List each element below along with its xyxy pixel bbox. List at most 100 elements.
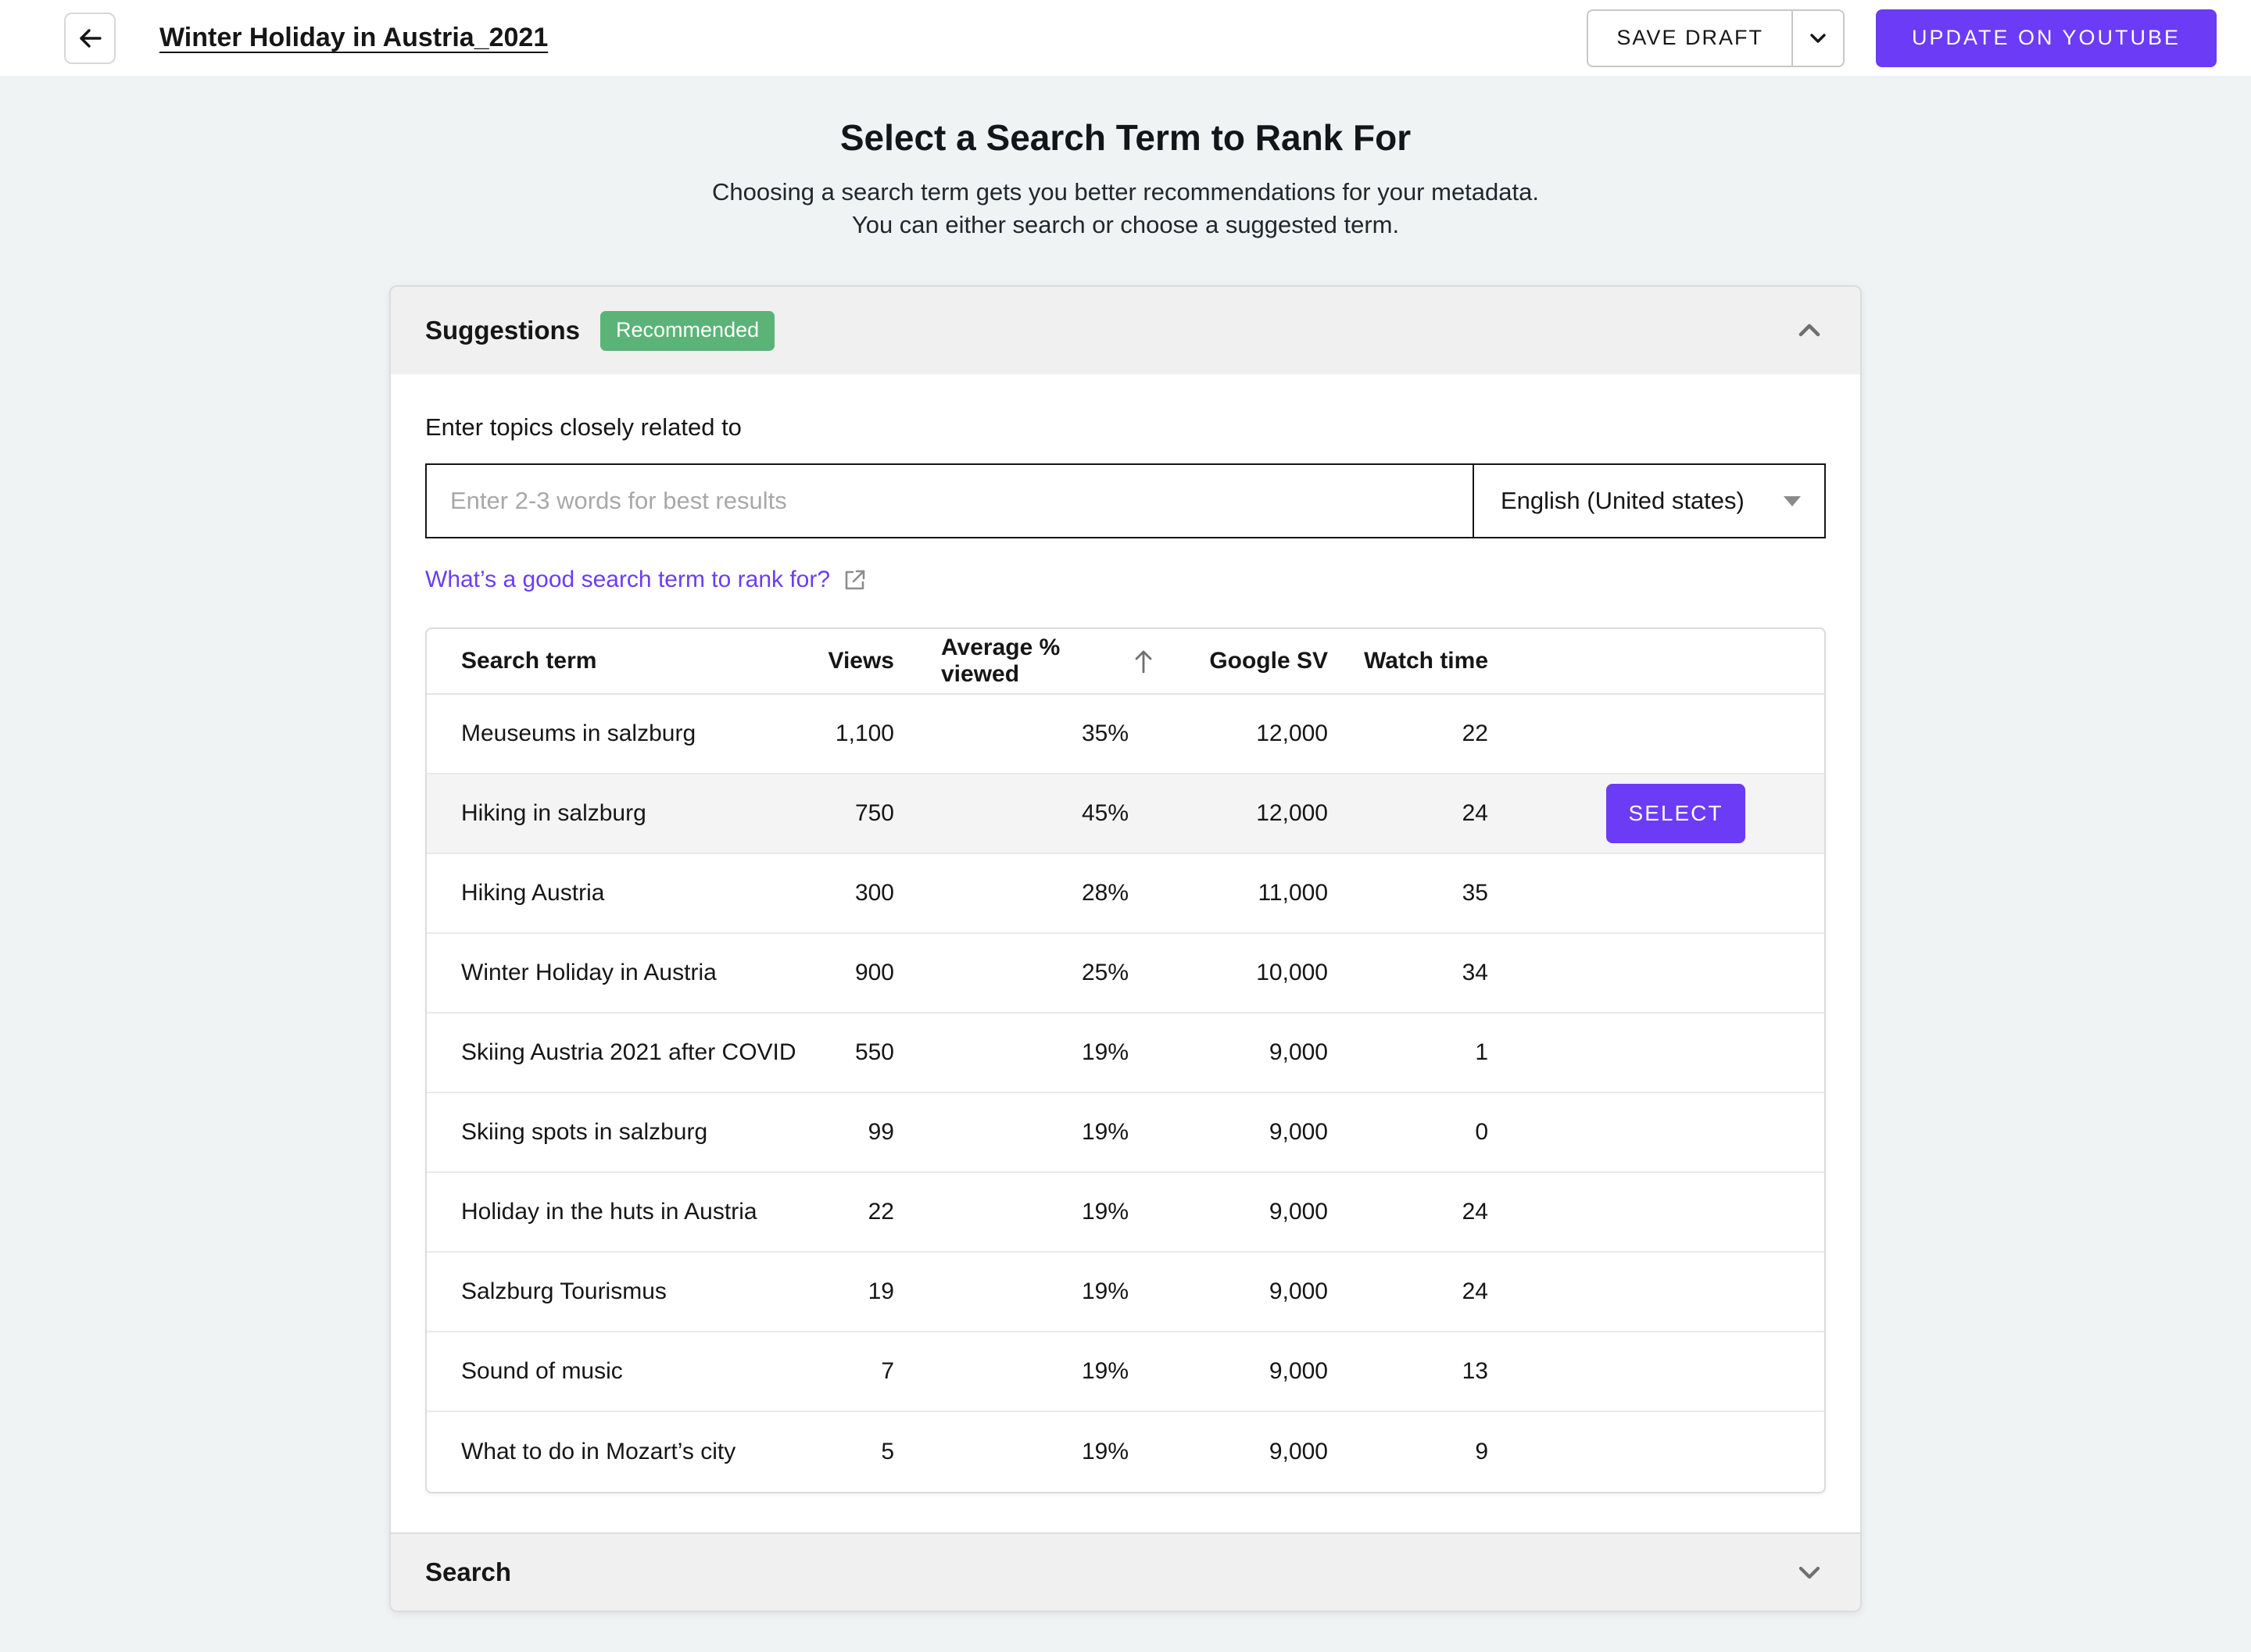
table-row[interactable]: Holiday in the huts in Austria 22 19% 9,… bbox=[427, 1173, 1824, 1253]
cell-watch-time: 24 bbox=[1363, 1278, 1527, 1305]
chevron-up-icon bbox=[1793, 314, 1826, 347]
table-row[interactable]: Winter Holiday in Austria 900 25% 10,000… bbox=[427, 934, 1824, 1014]
table-row[interactable]: What to do in Mozart’s city 5 19% 9,000 … bbox=[427, 1412, 1824, 1492]
language-selected-value: English (United states) bbox=[1501, 487, 1745, 515]
save-draft-menu-button[interactable] bbox=[1791, 11, 1843, 66]
cell-views: 5 bbox=[808, 1439, 941, 1465]
cell-google-sv: 9,000 bbox=[1168, 1358, 1363, 1385]
table-header-row: Search term Views Average % viewed Googl… bbox=[427, 629, 1824, 695]
language-select[interactable]: English (United states) bbox=[1474, 465, 1824, 537]
cell-views: 750 bbox=[808, 800, 941, 827]
cell-average-viewed: 19% bbox=[941, 1119, 1168, 1146]
cell-google-sv: 9,000 bbox=[1168, 1278, 1363, 1305]
cell-average-viewed: 19% bbox=[941, 1199, 1168, 1225]
cell-watch-time: 9 bbox=[1363, 1439, 1527, 1465]
cell-watch-time: 0 bbox=[1363, 1119, 1527, 1146]
cell-watch-time: 24 bbox=[1363, 1199, 1527, 1225]
cell-views: 19 bbox=[808, 1278, 941, 1305]
cell-views: 1,100 bbox=[808, 721, 941, 747]
table-row[interactable]: Hiking in salzburg 750 45% 12,000 24 SEL… bbox=[427, 774, 1824, 854]
cell-search-term: Winter Holiday in Austria bbox=[427, 960, 808, 986]
cell-watch-time: 22 bbox=[1363, 721, 1527, 747]
table-row[interactable]: Skiing spots in salzburg 99 19% 9,000 0 bbox=[427, 1093, 1824, 1173]
page-subtitle-line2: You can either search or choose a sugges… bbox=[0, 209, 2251, 241]
back-button[interactable] bbox=[64, 13, 116, 64]
update-on-youtube-button[interactable]: UPDATE ON YOUTUBE bbox=[1876, 9, 2217, 67]
suggestions-section-title: Suggestions bbox=[425, 316, 580, 345]
search-section-title: Search bbox=[425, 1557, 511, 1587]
page-subtitle-line1: Choosing a search term gets you better r… bbox=[0, 176, 2251, 209]
cell-watch-time: 34 bbox=[1363, 960, 1527, 986]
cell-google-sv: 9,000 bbox=[1168, 1039, 1363, 1066]
video-title-link[interactable]: Winter Holiday in Austria_2021 bbox=[159, 23, 548, 53]
cell-google-sv: 9,000 bbox=[1168, 1439, 1363, 1465]
cell-average-viewed: 19% bbox=[941, 1439, 1168, 1465]
cell-views: 300 bbox=[808, 880, 941, 906]
column-header-search-term[interactable]: Search term bbox=[427, 648, 808, 674]
table-row[interactable]: Sound of music 7 19% 9,000 13 bbox=[427, 1332, 1824, 1412]
top-bar: Winter Holiday in Austria_2021 SAVE DRAF… bbox=[0, 0, 2251, 76]
cell-views: 900 bbox=[808, 960, 941, 986]
cell-watch-time: 24 bbox=[1363, 800, 1527, 827]
help-link[interactable]: What’s a good search term to rank for? bbox=[425, 567, 830, 593]
topics-input-group: English (United states) bbox=[425, 463, 1826, 538]
table-row[interactable]: Hiking Austria 300 28% 11,000 35 bbox=[427, 854, 1824, 934]
hero-section: Select a Search Term to Rank For Choosin… bbox=[0, 76, 2251, 1612]
cell-views: 22 bbox=[808, 1199, 941, 1225]
column-header-average-viewed-label: Average % viewed bbox=[941, 635, 1121, 688]
chevron-down-icon bbox=[1806, 27, 1830, 50]
save-draft-split-button: SAVE DRAFT bbox=[1587, 9, 1845, 67]
cell-average-viewed: 19% bbox=[941, 1278, 1168, 1305]
cell-views: 550 bbox=[808, 1039, 941, 1066]
arrow-left-icon bbox=[76, 24, 104, 52]
cell-average-viewed: 28% bbox=[941, 880, 1168, 906]
cell-average-viewed: 25% bbox=[941, 960, 1168, 986]
cell-average-viewed: 19% bbox=[941, 1039, 1168, 1066]
table-row[interactable]: Salzburg Tourismus 19 19% 9,000 24 bbox=[427, 1253, 1824, 1332]
cell-google-sv: 12,000 bbox=[1168, 721, 1363, 747]
cell-watch-time: 35 bbox=[1363, 880, 1527, 906]
cell-average-viewed: 45% bbox=[941, 800, 1168, 827]
column-header-average-viewed[interactable]: Average % viewed bbox=[941, 635, 1168, 688]
table-row[interactable]: Meuseums in salzburg 1,100 35% 12,000 22 bbox=[427, 695, 1824, 774]
cell-search-term: Hiking in salzburg bbox=[427, 800, 808, 827]
cell-views: 99 bbox=[808, 1119, 941, 1146]
cell-watch-time: 1 bbox=[1363, 1039, 1527, 1066]
column-header-views[interactable]: Views bbox=[808, 648, 941, 674]
search-section-header[interactable]: Search bbox=[391, 1532, 1860, 1611]
search-term-card: Suggestions Recommended Enter topics clo… bbox=[389, 285, 1862, 1612]
cell-watch-time: 13 bbox=[1363, 1358, 1527, 1385]
cell-google-sv: 12,000 bbox=[1168, 800, 1363, 827]
cell-search-term: Hiking Austria bbox=[427, 880, 808, 906]
select-button[interactable]: SELECT bbox=[1606, 784, 1745, 843]
topics-input[interactable] bbox=[427, 465, 1474, 537]
cell-google-sv: 9,000 bbox=[1168, 1199, 1363, 1225]
cell-search-term: What to do in Mozart’s city bbox=[427, 1439, 808, 1465]
table-row[interactable]: Skiing Austria 2021 after COVID 550 19% … bbox=[427, 1014, 1824, 1093]
suggestions-body: Enter topics closely related to English … bbox=[391, 374, 1860, 1532]
cell-views: 7 bbox=[808, 1358, 941, 1385]
chevron-down-icon bbox=[1793, 1556, 1826, 1589]
column-header-google-sv[interactable]: Google SV bbox=[1168, 648, 1363, 674]
cell-average-viewed: 19% bbox=[941, 1358, 1168, 1385]
page-title: Select a Search Term to Rank For bbox=[0, 116, 2251, 159]
cell-search-term: Holiday in the huts in Austria bbox=[427, 1199, 808, 1225]
column-header-watch-time[interactable]: Watch time bbox=[1363, 648, 1527, 674]
cell-search-term: Skiing spots in salzburg bbox=[427, 1119, 808, 1146]
cell-search-term: Skiing Austria 2021 after COVID bbox=[427, 1039, 808, 1066]
expand-search-button[interactable] bbox=[1793, 1556, 1826, 1589]
suggestions-table: Search term Views Average % viewed Googl… bbox=[425, 628, 1826, 1493]
cell-google-sv: 11,000 bbox=[1168, 880, 1363, 906]
cell-action: SELECT bbox=[1527, 784, 1824, 843]
cell-search-term: Meuseums in salzburg bbox=[427, 721, 808, 747]
cell-average-viewed: 35% bbox=[941, 721, 1168, 747]
table-body: Meuseums in salzburg 1,100 35% 12,000 22… bbox=[427, 695, 1824, 1492]
recommended-badge: Recommended bbox=[600, 311, 775, 351]
sort-ascending-icon bbox=[1132, 648, 1155, 674]
suggestions-section-header[interactable]: Suggestions Recommended bbox=[391, 287, 1860, 374]
save-draft-button[interactable]: SAVE DRAFT bbox=[1588, 11, 1791, 66]
cell-google-sv: 9,000 bbox=[1168, 1119, 1363, 1146]
cell-search-term: Salzburg Tourismus bbox=[427, 1278, 808, 1305]
topics-label: Enter topics closely related to bbox=[425, 413, 1826, 442]
collapse-suggestions-button[interactable] bbox=[1793, 314, 1826, 347]
